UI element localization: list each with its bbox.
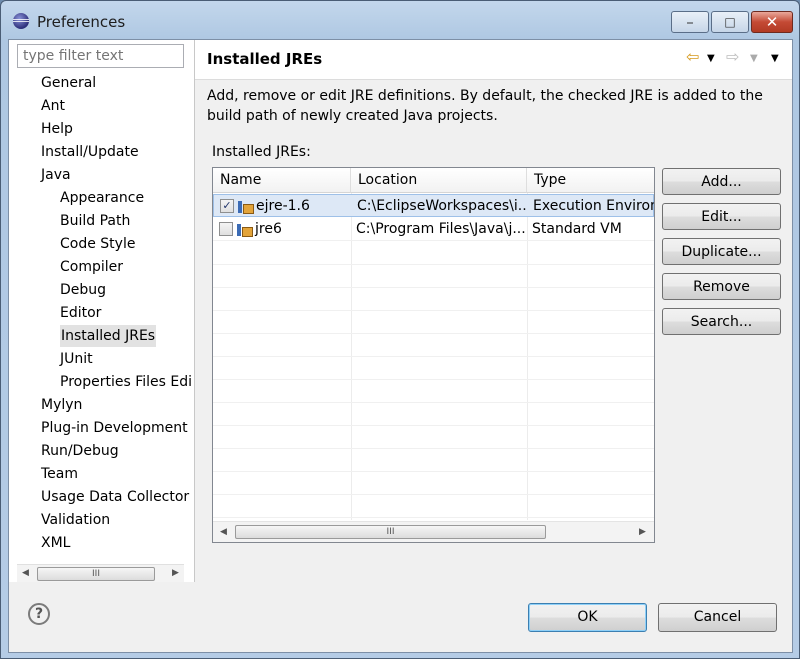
remove-button[interactable]: Remove xyxy=(662,273,781,300)
row-checkbox[interactable]: ✓ xyxy=(220,199,234,213)
search-button-label: Search... xyxy=(690,314,753,330)
edit-button-label: Edit... xyxy=(701,209,742,225)
dialog-footer: ? OK Cancel xyxy=(9,583,792,652)
scroll-left-icon[interactable]: ◀ xyxy=(17,565,34,582)
empty-row xyxy=(213,242,654,265)
empty-row xyxy=(213,449,654,472)
duplicate-button-label: Duplicate... xyxy=(681,244,762,260)
label-mnemonic: J xyxy=(276,144,281,160)
maximize-button[interactable]: □ xyxy=(711,11,749,33)
column-header-name[interactable]: Name xyxy=(213,168,351,193)
tree-item[interactable]: Code Style xyxy=(60,233,135,255)
preference-tree-pane: GeneralAntHelpInstall/UpdateJavaAppearan… xyxy=(9,40,194,582)
tree-item[interactable]: Editor xyxy=(60,302,101,324)
tree-item[interactable]: Team xyxy=(41,463,78,485)
tree-item[interactable]: Run/Debug xyxy=(41,440,119,462)
empty-row xyxy=(213,472,654,495)
empty-row xyxy=(213,265,654,288)
title-bar: Preferences ⎯ □ ✕ xyxy=(1,1,799,39)
installed-jres-label: Installed JREs: xyxy=(212,144,311,160)
empty-row xyxy=(213,495,654,518)
edit-button[interactable]: Edit... xyxy=(662,203,781,230)
row-checkbox[interactable] xyxy=(219,222,233,236)
tree-item[interactable]: Java xyxy=(41,164,71,186)
cancel-button-label: Cancel xyxy=(693,609,742,625)
tree-item[interactable]: Validation xyxy=(41,509,110,531)
dialog-client: GeneralAntHelpInstall/UpdateJavaAppearan… xyxy=(8,39,793,653)
remove-button-label: Remove xyxy=(693,279,750,295)
row-location: C:\EclipseWorkspaces\i... xyxy=(357,198,527,214)
close-button[interactable]: ✕ xyxy=(751,11,793,33)
tree-item[interactable]: Usage Data Collector xyxy=(41,486,189,508)
tree-item[interactable]: Ant xyxy=(41,95,65,117)
tree-item[interactable]: Compiler xyxy=(60,256,123,278)
help-icon[interactable]: ? xyxy=(28,603,50,625)
tree-item[interactable]: Help xyxy=(41,118,73,140)
preferences-window: Preferences ⎯ □ ✕ GeneralAntHelpInstall/… xyxy=(0,0,800,659)
duplicate-button[interactable]: Duplicate... xyxy=(662,238,781,265)
search-button[interactable]: Search... xyxy=(662,308,781,335)
empty-row xyxy=(213,288,654,311)
tree-item[interactable]: JUnit xyxy=(60,348,93,370)
back-arrow-icon[interactable]: ⇦ xyxy=(686,48,699,66)
tree-item[interactable]: General xyxy=(41,72,96,94)
table-horizontal-scrollbar[interactable]: ◀ III ▶ xyxy=(213,521,654,542)
tree-item[interactable]: Installed JREs xyxy=(60,325,157,347)
scroll-right-icon[interactable]: ▶ xyxy=(634,524,651,541)
row-name: ejre-1.6 xyxy=(256,198,310,214)
scroll-left-icon[interactable]: ◀ xyxy=(215,524,232,541)
row-type: Standard VM xyxy=(532,221,622,237)
add-button-label: Add... xyxy=(701,174,742,190)
table-row[interactable]: jre6 C:\Program Files\Java\j... Standard… xyxy=(213,218,654,241)
forward-dropdown-icon[interactable]: ▼ xyxy=(750,50,758,68)
column-header-type[interactable]: Type xyxy=(527,168,654,193)
tree-item[interactable]: Properties Files Edi xyxy=(60,371,192,393)
preference-tree: General Ant Help Install/Update Java Appearan… xyxy=(9,72,192,562)
row-location: C:\Program Files\Java\j... xyxy=(356,221,526,237)
cancel-button[interactable]: Cancel xyxy=(658,603,777,632)
page-pane: Installed JREs ⇦ ▼ ⇨ ▼ ▼ Add, remove or … xyxy=(195,40,792,582)
add-button[interactable]: Add... xyxy=(662,168,781,195)
page-description: Add, remove or edit JRE definitions. By … xyxy=(207,88,763,124)
jre-table[interactable]: Name Location Type ✓ ejre-1.6 C:\Eclipse… xyxy=(212,167,655,543)
page-title: Installed JREs xyxy=(207,50,323,68)
tree-item[interactable]: XML xyxy=(41,532,70,554)
scroll-thumb[interactable]: III xyxy=(235,525,546,539)
tree-item[interactable]: Appearance xyxy=(60,187,144,209)
forward-arrow-icon[interactable]: ⇨ xyxy=(726,48,739,66)
tree-item[interactable]: Debug xyxy=(60,279,106,301)
tree-horizontal-scrollbar[interactable]: ◀ III ▶ xyxy=(17,564,184,582)
tree-item[interactable]: Build Path xyxy=(60,210,130,232)
scroll-right-icon[interactable]: ▶ xyxy=(167,565,184,582)
row-type: Execution Environi xyxy=(533,198,655,214)
empty-row xyxy=(213,426,654,449)
ok-button-label: OK xyxy=(577,609,598,625)
column-header-location[interactable]: Location xyxy=(351,168,527,193)
empty-row xyxy=(213,357,654,380)
empty-row xyxy=(213,403,654,426)
view-menu-icon[interactable]: ▼ xyxy=(771,50,779,68)
eclipse-icon xyxy=(13,13,29,29)
filter-input[interactable] xyxy=(17,44,184,68)
empty-row xyxy=(213,380,654,403)
tree-item[interactable]: Install/Update xyxy=(41,141,139,163)
ok-button[interactable]: OK xyxy=(528,603,647,632)
back-dropdown-icon[interactable]: ▼ xyxy=(707,50,715,68)
empty-row xyxy=(213,334,654,357)
window-title: Preferences xyxy=(37,13,126,31)
empty-row xyxy=(213,311,654,334)
scroll-thumb[interactable]: III xyxy=(37,567,155,581)
tree-item[interactable]: Plug-in Development xyxy=(41,417,188,439)
minimize-button[interactable]: ⎯ xyxy=(671,11,709,33)
table-row[interactable]: ✓ ejre-1.6 C:\EclipseWorkspaces\i... Exe… xyxy=(213,194,654,217)
row-name: jre6 xyxy=(255,221,282,237)
tree-item[interactable]: Mylyn xyxy=(41,394,82,416)
page-header: Installed JREs ⇦ ▼ ⇨ ▼ ▼ xyxy=(195,40,792,80)
